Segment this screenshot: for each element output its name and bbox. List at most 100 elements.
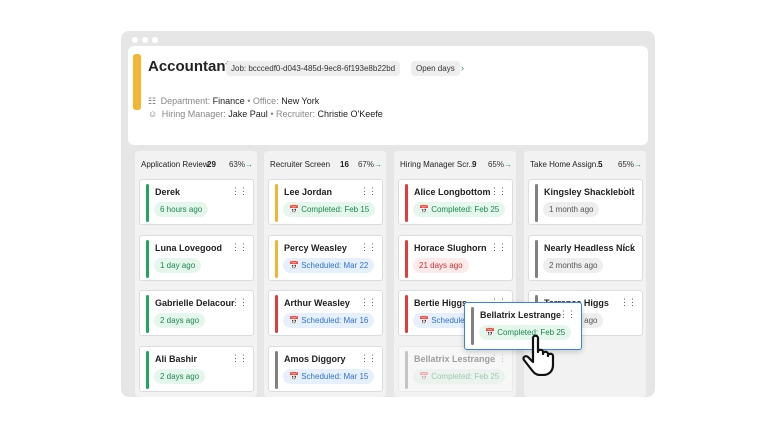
status-text: Scheduled: Mar 16 [301, 316, 369, 325]
window-dot-icon[interactable] [152, 37, 158, 43]
candidate-card[interactable]: Derek ⋮⋮ 6 hours ago [139, 179, 254, 225]
department-label: Department: [160, 96, 211, 106]
status-badge: 📅 Completed: Feb 25 [413, 368, 506, 384]
hiring-manager-label: Hiring Manager: [161, 109, 226, 119]
candidate-card[interactable]: Nearly Headless Nick ⋮⋮ 2 months ago [528, 234, 643, 281]
calendar-icon: 📅 [419, 316, 429, 325]
candidate-name: Bellatrix Lestrange [480, 310, 562, 320]
card-status-bar [405, 239, 408, 278]
candidate-name: Alice Longbottom [414, 187, 491, 197]
candidate-card[interactable]: Kingsley Shacklebolt ⋮⋮ 1 month ago [528, 179, 643, 225]
status-text: Scheduled: Mar 15 [301, 371, 369, 381]
drag-handle-icon[interactable]: ⋮⋮ [231, 186, 248, 197]
drag-handle-icon[interactable]: ⋮⋮ [490, 353, 507, 364]
recruiter-value: Christie O'Keefe [317, 109, 383, 119]
status-text: 21 days ago [419, 260, 463, 270]
drag-handle-icon[interactable]: ⋮⋮ [620, 186, 637, 197]
window-dot-icon[interactable] [132, 37, 138, 43]
candidate-card[interactable]: Luna Lovegood ⋮⋮ 1 day ago [139, 234, 254, 281]
drag-handle-icon[interactable]: ⋮⋮ [360, 353, 377, 364]
column-title: Hiring Manager Scr... [400, 160, 476, 169]
candidate-name: Ali Bashir [155, 353, 198, 364]
candidate-name: Luna Lovegood [155, 242, 222, 253]
drag-handle-icon[interactable]: ⋮⋮ [620, 242, 637, 253]
job-accent-bar [133, 54, 141, 110]
card-status-bar [471, 307, 474, 345]
calendar-icon: 📅 [289, 260, 299, 270]
status-badge: 6 hours ago [154, 202, 209, 217]
candidate-card[interactable]: Ali Bashir ⋮⋮ 2 days ago [139, 345, 254, 392]
drag-handle-icon[interactable]: ⋮⋮ [231, 353, 248, 364]
candidate-card[interactable]: Percy Weasley ⋮⋮ 📅 Scheduled: Mar 22 [268, 234, 383, 281]
drag-handle-icon[interactable]: ⋮⋮ [360, 242, 377, 253]
candidate-name: Gabrielle Delacour [155, 298, 235, 308]
card-status-bar [275, 184, 278, 222]
calendar-icon: 📅 [289, 316, 299, 325]
drag-handle-icon[interactable]: ⋮⋮ [360, 297, 377, 308]
card-status-bar [535, 184, 538, 222]
drag-handle-icon[interactable]: ⋮⋮ [559, 309, 576, 320]
candidate-card[interactable]: Bellatrix Lestrange ⋮⋮ 📅 Completed: Feb 25 [398, 345, 513, 392]
office-value: New York [281, 96, 320, 106]
candidate-name: Amos Diggory [284, 353, 346, 364]
status-text: Completed: Feb 25 [431, 205, 500, 214]
drag-handle-icon[interactable]: ⋮⋮ [490, 242, 507, 253]
job-id-pill[interactable]: Job: bcccedf0-d043-485d-9ec8-6f193e8b22b… [226, 61, 401, 76]
arrow-right-icon: → [504, 160, 512, 169]
drag-handle-icon[interactable]: ⋮⋮ [620, 297, 637, 308]
conversion-rate: 63%→ [229, 160, 253, 169]
candidate-card[interactable]: Horace Slughorn ⋮⋮ 21 days ago [398, 234, 513, 281]
conversion-rate: 67%→ [358, 160, 382, 169]
drag-handle-icon[interactable]: ⋮⋮ [231, 242, 248, 253]
conversion-pct: 67% [357, 160, 374, 169]
candidate-name: Percy Weasley [284, 242, 347, 253]
column-count: 5 [598, 160, 603, 169]
candidate-card[interactable]: Gabrielle Delacour ⋮⋮ 2 days ago [139, 290, 254, 336]
window-dot-icon[interactable] [142, 37, 148, 43]
department-row: ☷ Department: Finance • Office: New York [148, 96, 319, 107]
status-text: 2 days ago [160, 316, 200, 325]
conversion-pct: 65% [487, 160, 504, 169]
column-count: 16 [340, 160, 349, 169]
status-badge: 1 day ago [154, 257, 202, 273]
arrow-right-icon: → [374, 160, 382, 169]
status-text: Completed: Feb 25 [431, 371, 500, 381]
card-status-bar [146, 239, 149, 278]
pipeline-board: Application Review 29 63%→ Derek ⋮⋮ 6 hours a… [128, 151, 648, 397]
status-badge: 1 month ago [543, 202, 600, 217]
column-count: 9 [472, 160, 477, 169]
status-badge: 📅 Scheduled: Mar 15 [283, 368, 375, 384]
card-status-bar [275, 295, 278, 333]
arrow-right-icon: → [634, 160, 642, 169]
status-badge: 2 days ago [154, 368, 206, 384]
open-days-pill[interactable]: Open days [411, 61, 460, 76]
status-text: 6 hours ago [160, 205, 203, 214]
conversion-rate: 65%→ [488, 160, 512, 169]
department-value: Finance [212, 96, 245, 106]
status-badge: 21 days ago [413, 257, 469, 273]
drag-handle-icon[interactable]: ⋮⋮ [490, 186, 507, 197]
card-status-bar [405, 184, 408, 222]
arrow-right-icon: → [245, 160, 253, 169]
status-badge: 📅 Completed: Feb 15 [283, 202, 376, 217]
column-title: Take Home Assign... [530, 160, 603, 169]
calendar-icon: 📅 [419, 205, 429, 214]
candidate-name: Bertie Higgs [414, 298, 468, 308]
candidate-card[interactable]: Amos Diggory ⋮⋮ 📅 Scheduled: Mar 15 [268, 345, 383, 392]
column-title: Recruiter Screen [270, 160, 331, 169]
candidate-name: Bellatrix Lestrange [414, 353, 496, 364]
drag-handle-icon[interactable]: ⋮⋮ [360, 186, 377, 197]
status-text: 1 month ago [549, 205, 594, 214]
calendar-icon: 📅 [289, 371, 299, 381]
candidate-card[interactable]: Arthur Weasley ⋮⋮ 📅 Scheduled: Mar 16 [268, 290, 383, 336]
candidate-card[interactable]: Alice Longbottom ⋮⋮ 📅 Completed: Feb 25 [398, 179, 513, 225]
status-text: 2 months ago [549, 260, 598, 270]
card-status-bar [146, 295, 149, 333]
drag-handle-icon[interactable]: ⋮⋮ [231, 297, 248, 308]
link-icon[interactable]: › [461, 63, 464, 73]
candidate-card[interactable]: Lee Jordan ⋮⋮ 📅 Completed: Feb 15 [268, 179, 383, 225]
status-badge: 📅 Scheduled: Mar 16 [283, 313, 375, 328]
card-status-bar [275, 239, 278, 278]
status-badge: 2 months ago [543, 257, 604, 273]
card-status-bar [535, 239, 538, 278]
